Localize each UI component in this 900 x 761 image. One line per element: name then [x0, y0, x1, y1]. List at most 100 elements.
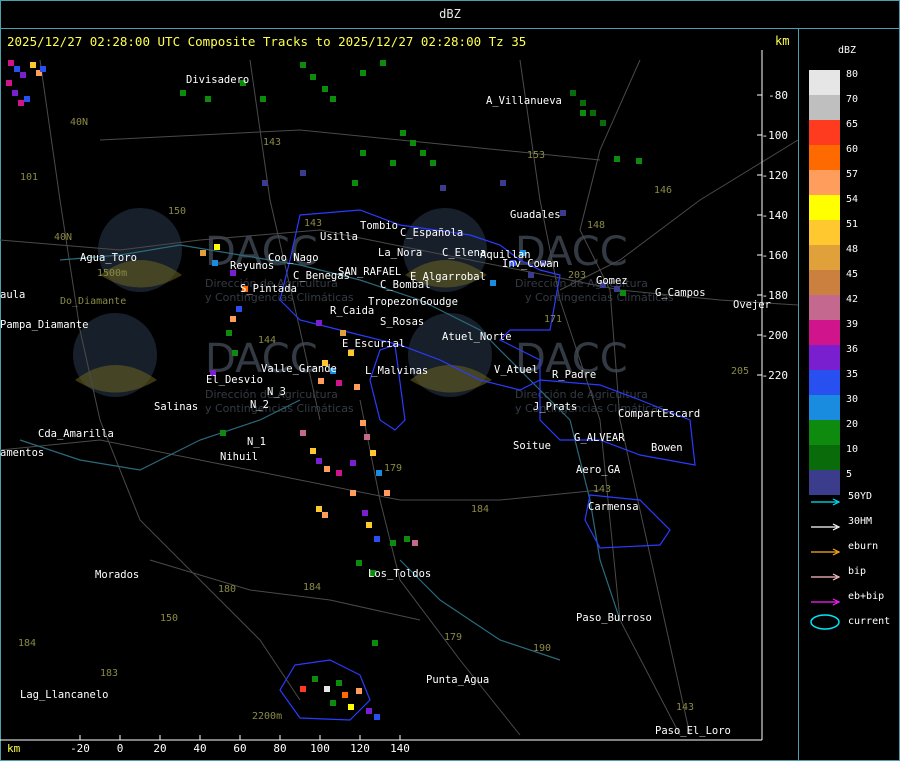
echo-cell: [230, 316, 236, 322]
echo-cell: [205, 96, 211, 102]
echo-cell: [374, 714, 380, 720]
place-label: Divisadero: [186, 74, 249, 86]
road-label: 143: [304, 218, 322, 229]
echo-cell: [364, 434, 370, 440]
place-label: Tropezon: [368, 296, 419, 308]
echo-cell: [310, 74, 316, 80]
echo-cell: [316, 320, 322, 326]
place-label: V_Atuel: [494, 364, 538, 376]
road-label: 143: [263, 137, 281, 148]
place-label: Gomez: [596, 275, 628, 287]
axes: -20 0 20 40 60 80 100 120 140-80-100-120-140-160…: [0, 50, 788, 755]
legend-value: 57: [846, 169, 859, 180]
road-label: 184: [18, 638, 36, 649]
echo-cell: [376, 470, 382, 476]
echo-cell: [30, 62, 36, 68]
echo-cell: [200, 250, 206, 256]
y-unit-label: km: [775, 34, 790, 48]
legend-title: dBZ: [838, 45, 857, 56]
road-label: 143: [593, 484, 611, 495]
echo-cell: [330, 96, 336, 102]
y-tick-label: -100: [762, 129, 789, 142]
place-label: Carmensa: [588, 501, 639, 513]
echo-cell: [336, 680, 342, 686]
echo-cell: [580, 110, 586, 116]
road-label: 190: [533, 643, 551, 654]
echo-cell: [374, 536, 380, 542]
echo-cell: [440, 185, 446, 191]
echo-cell: [430, 160, 436, 166]
y-tick-label: -140: [762, 209, 789, 222]
place-label: La_Nora: [378, 247, 422, 259]
road-label: 150: [160, 613, 178, 624]
echo-cell: [12, 90, 18, 96]
legend-value: 65: [846, 119, 859, 130]
y-tick-label: -80: [768, 89, 788, 102]
legend-swatch: [809, 170, 840, 195]
echo-cell: [336, 470, 342, 476]
legend-swatch: [809, 295, 840, 320]
echo-cell: [360, 420, 366, 426]
track-label: eb+bip: [848, 591, 885, 602]
echo-cell: [614, 156, 620, 162]
place-label: amentos: [0, 447, 44, 459]
place-label: L_Malvinas: [365, 365, 428, 377]
legend-value: 42: [846, 294, 859, 305]
echo-cell: [366, 708, 372, 714]
radar-map[interactable]: DACC DACC DACC DACC Dirección de Agricul…: [0, 0, 900, 761]
echo-cell: [354, 384, 360, 390]
echo-cell: [390, 540, 396, 546]
place-label: N_3: [267, 386, 286, 398]
place-label: Punta_Agua: [426, 674, 489, 686]
place-label: S_Rosas: [380, 316, 424, 328]
echo-cell: [380, 60, 386, 66]
legend-swatch: [809, 145, 840, 170]
echo-cell: [366, 522, 372, 528]
echo-cell: [420, 150, 426, 156]
place-label: G_ALVEAR: [574, 432, 625, 444]
place-label: Lag_Llancanelo: [20, 689, 109, 701]
place-label: Paso_El_Loro: [655, 725, 731, 737]
road-label: 171: [544, 314, 562, 325]
track-marker: [809, 567, 843, 581]
place-label: Do_Diamante: [60, 296, 126, 307]
track-marker: [809, 492, 843, 506]
composite-header: 2025/12/27 02:28:00 UTC Composite Tracks…: [7, 34, 527, 49]
road-label: 40N: [70, 117, 88, 128]
echo-cell: [412, 540, 418, 546]
echo-cell: [322, 512, 328, 518]
echo-cell: [300, 170, 306, 176]
road-label: 205: [731, 366, 749, 377]
place-label: Nihuil: [220, 451, 258, 463]
place-label: Cda_Amarilla: [38, 428, 114, 440]
road-label: 184: [303, 582, 321, 593]
place-label: El_Desvio: [206, 374, 263, 386]
road-label: 40N: [54, 232, 72, 243]
legend-swatch: [809, 320, 840, 345]
place-label: R_Caida: [330, 305, 374, 317]
road-label: 179: [384, 463, 402, 474]
place-label: N_1: [247, 436, 266, 448]
echo-cell: [212, 260, 218, 266]
echo-cell: [528, 272, 534, 278]
watermark-line2-3: y Contingencias Climáticas: [205, 402, 354, 415]
echo-cell: [214, 244, 220, 250]
echo-cell: [336, 380, 342, 386]
road-label: 150: [168, 206, 186, 217]
echo-cell: [356, 560, 362, 566]
legend-swatch: [809, 420, 840, 445]
echo-cell: [372, 640, 378, 646]
echo-cell: [570, 90, 576, 96]
echo-cell: [40, 66, 46, 72]
place-label: G_Campos: [655, 287, 706, 299]
place-label: Salinas: [154, 401, 198, 413]
track-label: current: [848, 616, 891, 627]
legend-value: 60: [846, 144, 859, 155]
road-label: 101: [20, 172, 38, 183]
y-tick-label: -120: [762, 169, 789, 182]
echo-cell: [600, 120, 606, 126]
legend-value: 70: [846, 94, 859, 105]
echo-cell: [300, 430, 306, 436]
place-label: Tombio: [360, 220, 398, 232]
place-label: S_Pintada: [240, 283, 297, 295]
